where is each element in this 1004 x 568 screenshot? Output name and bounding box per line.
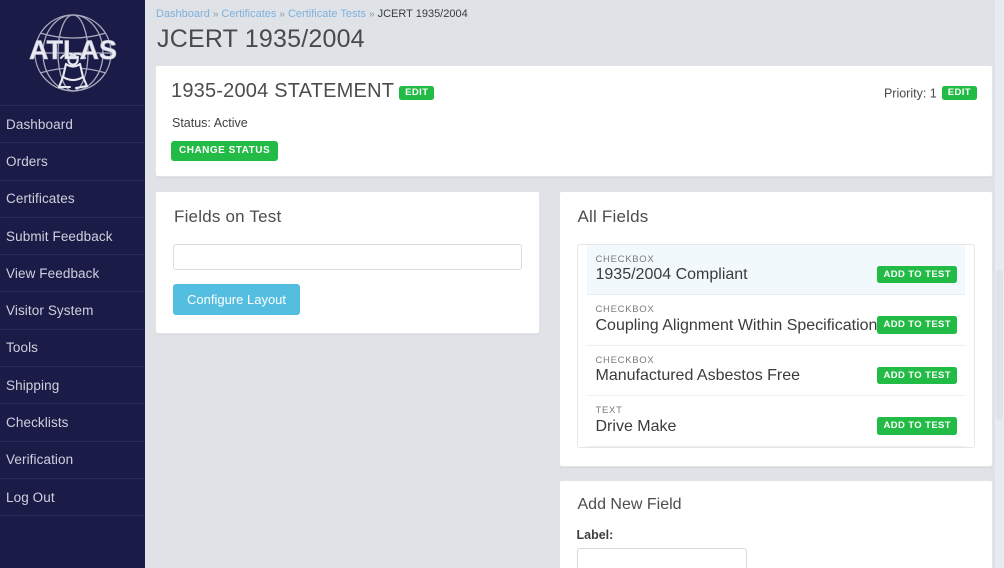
sidebar: ATLAS Dashboard Orders Certificates Subm… [0, 0, 145, 568]
field-type: CHECKBOX [595, 304, 655, 316]
field-meta: CHECKBOX Coupling Alignment Within Speci… [596, 304, 878, 335]
statement-title: 1935-2004 STATEMENT [171, 80, 395, 102]
field-type: TEXT [595, 405, 623, 417]
sidebar-item-label: Orders [6, 153, 48, 169]
field-row[interactable]: CHECKBOX 1935/2004 Compliant ADD TO TEST [586, 245, 965, 296]
sidebar-item-label: Submit Feedback [6, 228, 113, 244]
priority-group: Priority: 1 EDIT [883, 85, 977, 100]
sidebar-item-label: Visitor System [6, 303, 94, 319]
sidebar-item-visitor-system[interactable]: Visitor System [0, 292, 145, 330]
statement-edit-button[interactable]: EDIT [399, 85, 435, 100]
all-fields-title: All Fields [577, 207, 649, 226]
main-content: Dashboard» Certificates» Certificate Tests… [145, 0, 1004, 568]
field-label: 1935/2004 Compliant [595, 266, 748, 284]
change-status-button[interactable]: CHANGE STATUS [171, 141, 279, 161]
sidebar-item-label: Tools [6, 340, 39, 356]
all-fields-panel: All Fields CHECKBOX 1935/2004 Compliant … [558, 191, 993, 467]
sidebar-item-label: Log Out [6, 489, 55, 505]
sidebar-item-certificates[interactable]: Certificates [0, 181, 145, 218]
add-to-test-button[interactable]: ADD TO TEST [877, 366, 957, 385]
breadcrumb-separator-icon: » [279, 9, 285, 20]
field-label: Coupling Alignment Within Specification [595, 316, 878, 334]
breadcrumb-separator-icon: » [369, 9, 375, 20]
label-field-input[interactable] [576, 548, 747, 568]
statement-header: 1935-2004 STATEMENT EDIT Priority: 1 EDIT [171, 80, 977, 103]
field-meta: CHECKBOX 1935/2004 Compliant [596, 254, 748, 285]
statement-title-group: 1935-2004 STATEMENT EDIT [171, 80, 435, 103]
field-row[interactable]: TEXT Drive Make ADD TO TEST [586, 396, 965, 447]
breadcrumb-item-dashboard[interactable]: Dashboard [156, 8, 210, 20]
app-root: ATLAS Dashboard Orders Certificates Subm… [0, 0, 1004, 568]
priority-edit-button[interactable]: EDIT [941, 85, 977, 100]
add-new-field-title: Add New Field [577, 496, 682, 513]
svg-text:ATLAS: ATLAS [29, 35, 117, 65]
field-type: CHECKBOX [595, 254, 655, 265]
columns-container: Fields on Test Configure Layout All Fiel… [155, 191, 993, 568]
breadcrumb: Dashboard» Certificates» Certificate Tests… [154, 0, 994, 22]
sidebar-item-label: Checklists [6, 415, 69, 431]
sidebar-item-orders[interactable]: Orders [0, 143, 145, 181]
page-title: JCERT 1935/2004 [157, 25, 365, 53]
sidebar-item-label: Dashboard [6, 116, 73, 132]
sidebar-item-label: View Feedback [6, 265, 100, 281]
fields-on-test-search-input[interactable] [173, 244, 522, 270]
page-scrollbar[interactable] [995, 0, 1004, 568]
all-fields-column: All Fields CHECKBOX 1935/2004 Compliant … [558, 191, 993, 568]
breadcrumb-item-certificates[interactable]: Certificates [221, 8, 276, 20]
page-scrollbar-thumb[interactable] [996, 270, 1003, 420]
sidebar-item-verification[interactable]: Verification [0, 442, 145, 479]
field-meta: TEXT Drive Make [596, 405, 677, 436]
sidebar-item-label: Shipping [6, 377, 60, 393]
breadcrumb-item-current: JCERT 1935/2004 [377, 8, 468, 20]
sidebar-item-view-feedback[interactable]: View Feedback [0, 255, 145, 293]
configure-layout-button[interactable]: Configure Layout [173, 284, 301, 315]
field-row[interactable]: CHECKBOX Manufactured Asbestos Free ADD … [586, 346, 965, 397]
priority-label: Priority: 1 [883, 86, 937, 100]
field-label: Drive Make [595, 417, 677, 435]
fields-on-test-title: Fields on Test [174, 207, 282, 226]
app-logo[interactable]: ATLAS [0, 0, 145, 106]
sidebar-item-label: Certificates [6, 191, 75, 207]
globe-atlas-logo-icon: ATLAS [28, 13, 117, 92]
field-type: CHECKBOX [595, 354, 655, 366]
breadcrumb-separator-icon: » [212, 9, 219, 20]
statement-card: 1935-2004 STATEMENT EDIT Priority: 1 EDIT … [155, 65, 993, 177]
sidebar-item-tools[interactable]: Tools [0, 330, 145, 368]
field-meta: CHECKBOX Manufactured Asbestos Free [596, 355, 801, 386]
all-fields-list[interactable]: CHECKBOX 1935/2004 Compliant ADD TO TEST… [576, 244, 975, 448]
status-text: Status: Active [172, 116, 248, 130]
sidebar-item-dashboard[interactable]: Dashboard [0, 106, 145, 144]
sidebar-item-label: Verification [6, 452, 74, 468]
sidebar-item-checklists[interactable]: Checklists [0, 404, 145, 442]
field-label: Manufactured Asbestos Free [595, 367, 801, 385]
add-new-field-panel: Add New Field Label: Type of input: [558, 480, 993, 568]
sidebar-item-log-out[interactable]: Log Out [0, 479, 145, 517]
sidebar-filler [0, 516, 145, 568]
add-to-test-button[interactable]: ADD TO TEST [877, 316, 957, 334]
field-row[interactable]: CHECKBOX Coupling Alignment Within Speci… [586, 295, 965, 346]
sidebar-item-submit-feedback[interactable]: Submit Feedback [0, 218, 145, 256]
sidebar-item-shipping[interactable]: Shipping [0, 367, 145, 405]
label-field-label: Label: [576, 528, 614, 542]
breadcrumb-item-certificate-tests[interactable]: Certificate Tests [288, 8, 366, 20]
add-to-test-button[interactable]: ADD TO TEST [877, 265, 957, 284]
add-to-test-button[interactable]: ADD TO TEST [877, 417, 957, 435]
fields-on-test-panel: Fields on Test Configure Layout [155, 191, 540, 334]
